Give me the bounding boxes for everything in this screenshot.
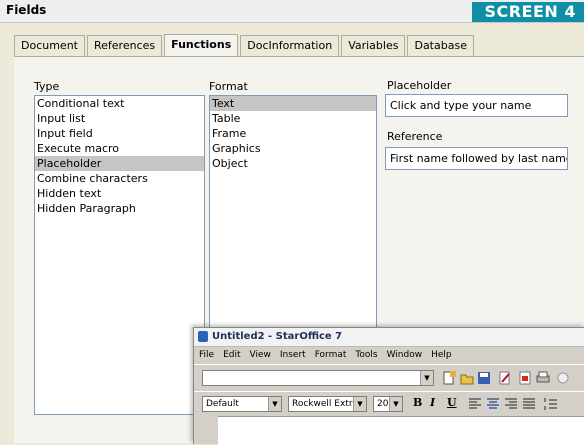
- list-item[interactable]: Object: [210, 156, 376, 171]
- url-combo[interactable]: ▼: [202, 370, 434, 386]
- tab-docinformation[interactable]: DocInformation: [240, 35, 340, 56]
- align-left-icon[interactable]: [468, 397, 482, 411]
- align-right-icon[interactable]: [504, 397, 518, 411]
- type-listbox[interactable]: Conditional text Input list Input field …: [34, 95, 205, 415]
- save-icon[interactable]: [477, 371, 491, 385]
- tab-variables[interactable]: Variables: [341, 35, 406, 56]
- reference-input[interactable]: First name followed by last name: [385, 147, 568, 170]
- menu-view[interactable]: View: [250, 347, 271, 363]
- edit-file-icon[interactable]: [498, 371, 512, 385]
- screen-badge: SCREEN 4: [472, 2, 584, 22]
- staroffice-title: Untitled2 - StarOffice 7: [212, 331, 343, 342]
- list-item[interactable]: Input list: [35, 111, 204, 126]
- list-item[interactable]: Table: [210, 111, 376, 126]
- menu-format[interactable]: Format: [315, 347, 347, 363]
- list-item[interactable]: Execute macro: [35, 141, 204, 156]
- spellcheck-icon[interactable]: [556, 371, 570, 385]
- font-size-value: 20: [377, 399, 389, 409]
- list-item[interactable]: Conditional text: [35, 96, 204, 111]
- font-size-select[interactable]: 20 ▼: [373, 396, 403, 412]
- tab-strip: Document References Functions DocInforma…: [14, 34, 476, 57]
- list-item[interactable]: Combine characters: [35, 171, 204, 186]
- chevron-down-icon[interactable]: ▼: [353, 397, 366, 411]
- menu-tools[interactable]: Tools: [355, 347, 377, 363]
- list-item-selected[interactable]: Placeholder: [35, 156, 204, 171]
- tab-functions[interactable]: Functions: [164, 34, 239, 57]
- paragraph-style-value: Default: [206, 399, 239, 409]
- open-folder-icon[interactable]: [460, 371, 474, 385]
- paragraph-style-select[interactable]: Default ▼: [202, 396, 282, 412]
- menu-file[interactable]: File: [199, 347, 214, 363]
- list-item[interactable]: Input field: [35, 126, 204, 141]
- list-item-selected[interactable]: Text: [210, 96, 376, 111]
- formatting-toolbar: Default ▼ Rockwell Extra Bo ▼ 20 ▼ B I U: [194, 391, 584, 416]
- align-center-icon[interactable]: [486, 397, 500, 411]
- list-item[interactable]: Graphics: [210, 141, 376, 156]
- format-label: Format: [209, 80, 248, 93]
- standard-toolbar: ▼: [194, 364, 584, 391]
- justify-icon[interactable]: [522, 397, 536, 411]
- staroffice-window: Untitled2 - StarOffice 7 File Edit View …: [193, 327, 584, 445]
- italic-button[interactable]: I: [430, 396, 435, 409]
- menu-edit[interactable]: Edit: [223, 347, 240, 363]
- numbering-icon[interactable]: [544, 397, 558, 411]
- chevron-down-icon[interactable]: ▼: [389, 397, 402, 411]
- underline-button[interactable]: U: [447, 396, 457, 409]
- tab-document[interactable]: Document: [14, 35, 85, 56]
- new-document-icon[interactable]: [442, 371, 456, 385]
- export-pdf-icon[interactable]: [518, 371, 532, 385]
- type-label: Type: [34, 80, 60, 93]
- chevron-down-icon[interactable]: ▼: [268, 397, 281, 411]
- list-item[interactable]: Hidden Paragraph: [35, 201, 204, 216]
- ruler: [218, 416, 584, 445]
- reference-label: Reference: [387, 130, 443, 143]
- font-name-select[interactable]: Rockwell Extra Bo ▼: [288, 396, 367, 412]
- menu-bar: File Edit View Insert Format Tools Windo…: [194, 347, 584, 363]
- staroffice-titlebar: Untitled2 - StarOffice 7: [194, 328, 584, 347]
- list-item[interactable]: Frame: [210, 126, 376, 141]
- dialog-title: Fields: [6, 3, 47, 17]
- menu-insert[interactable]: Insert: [280, 347, 306, 363]
- tab-database[interactable]: Database: [407, 35, 474, 56]
- placeholder-label: Placeholder: [387, 79, 452, 92]
- tab-references[interactable]: References: [87, 35, 163, 56]
- chevron-down-icon[interactable]: ▼: [420, 371, 433, 385]
- staroffice-app-icon: [198, 331, 208, 342]
- menu-window[interactable]: Window: [387, 347, 423, 363]
- menu-help[interactable]: Help: [431, 347, 452, 363]
- print-icon[interactable]: [536, 371, 550, 385]
- bold-button[interactable]: B: [413, 396, 422, 409]
- placeholder-input[interactable]: Click and type your name: [385, 94, 568, 117]
- list-item[interactable]: Hidden text: [35, 186, 204, 201]
